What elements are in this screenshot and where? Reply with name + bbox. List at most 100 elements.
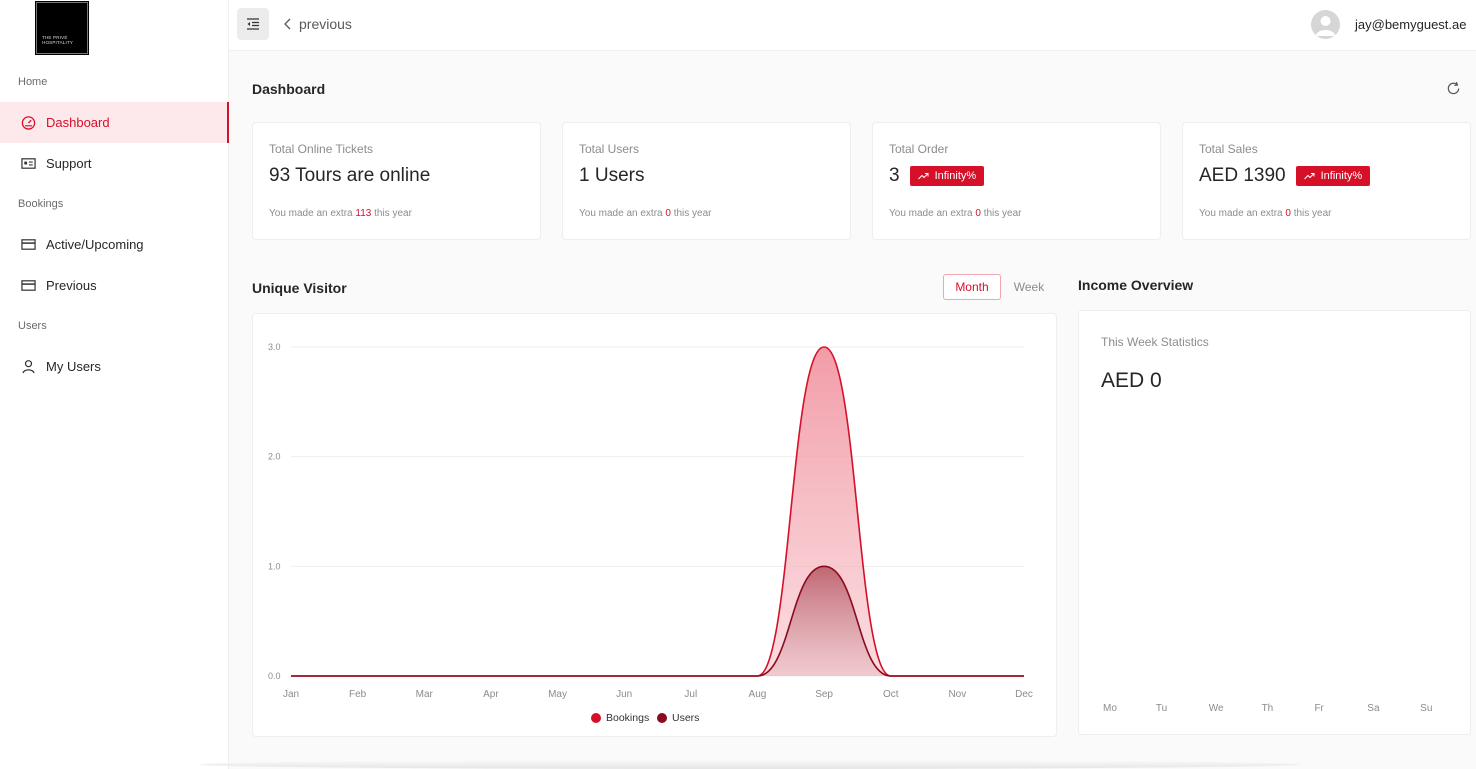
refresh-icon[interactable] <box>1446 81 1462 97</box>
stat-note-suffix: this year <box>1293 208 1332 219</box>
sidebar-item-active-upcoming[interactable]: Active/Upcoming <box>0 224 229 265</box>
stat-note-suffix: this year <box>983 208 1022 219</box>
sidebar: THE PRIVÉ HOSPITALITY Home Dashboard Supp… <box>0 0 229 769</box>
series-line-bookings <box>290 346 1024 677</box>
stat-value: AED 1390 Infinity% <box>1199 165 1371 187</box>
weekday-axis: Mo Tu We Th Fr Sa Su <box>1103 703 1473 714</box>
y-tick-label: 3.0 <box>268 342 281 352</box>
stat-card-total-sales: Total Sales AED 1390 Infinity% You made … <box>1182 122 1471 240</box>
unique-visitor-chart-card: 0.0 1.0 2.0 3.0 Jan Feb Mar Apr May Jun Jul Aug Sep O… <box>252 313 1057 737</box>
stat-label: Total Order <box>889 142 949 156</box>
x-tick-label: Sep <box>815 689 833 700</box>
back-link-label: previous <box>299 16 352 32</box>
stat-note-prefix: You made an extra <box>579 208 663 219</box>
x-tick-label: Jul <box>684 689 697 700</box>
legend-marker <box>591 713 601 723</box>
weekday-label: Tu <box>1155 703 1168 714</box>
series-area-users <box>291 566 1024 676</box>
stat-note-value: 0 <box>665 208 671 219</box>
nav-group-users: Users <box>18 320 47 332</box>
x-tick-label: Jun <box>616 689 632 700</box>
legend-marker <box>657 713 667 723</box>
stat-note-suffix: this year <box>374 208 412 219</box>
nav-group-home: Home <box>18 76 48 88</box>
stat-value-text: 1 Users <box>579 165 645 186</box>
stat-label: Total Users <box>579 142 640 156</box>
x-tick-label: Aug <box>749 689 767 700</box>
stat-card-total-users: Total Users 1 Users You made an extra 0 … <box>562 122 851 240</box>
x-tick-label: Nov <box>948 689 966 700</box>
stat-note: You made an extra 0 this year <box>579 208 712 219</box>
stat-note-suffix: this year <box>673 208 712 219</box>
x-tick-label: Mar <box>416 689 434 700</box>
trend-up-icon <box>917 173 929 180</box>
income-value: AED 0 <box>1101 369 1162 392</box>
weekday-label: Mo <box>1103 703 1117 714</box>
sidebar-item-label: Dashboard <box>46 115 110 130</box>
trend-up-icon <box>1303 173 1315 180</box>
toggle-week-button[interactable]: Week <box>1004 274 1054 300</box>
x-tick-label: Apr <box>483 689 499 700</box>
weekday-label: We <box>1208 703 1224 714</box>
sidebar-item-label: Active/Upcoming <box>46 237 144 252</box>
page-bottom-shadow <box>200 760 1300 769</box>
menu-fold-icon <box>247 18 259 30</box>
stat-note: You made an extra 0 this year <box>889 208 1022 219</box>
x-tick-label: Feb <box>349 689 367 700</box>
series-line-users <box>290 565 1024 677</box>
user-icon <box>20 359 36 375</box>
series-area-bookings <box>291 347 1024 676</box>
growth-badge-text: Infinity% <box>1320 170 1363 182</box>
menu-fold-button[interactable] <box>237 8 269 40</box>
weekday-label: Sa <box>1367 703 1380 714</box>
page-title: Dashboard <box>252 81 326 97</box>
y-tick-label: 1.0 <box>268 561 281 571</box>
user-email[interactable]: jay@bemyguest.ae <box>1355 17 1466 32</box>
id-card-icon <box>20 156 36 172</box>
stat-value-text: AED 1390 <box>1199 165 1286 186</box>
growth-badge: Infinity% <box>1295 166 1371 186</box>
y-tick-label: 2.0 <box>268 452 281 462</box>
stat-note: You made an extra 0 this year <box>1199 208 1332 219</box>
back-link[interactable]: previous <box>283 16 352 32</box>
stat-card-total-order: Total Order 3 Infinity% You made an extr… <box>872 122 1161 240</box>
stat-note-value: 0 <box>975 208 981 219</box>
stat-value-text: 93 Tours are online <box>269 165 431 186</box>
legend-label[interactable]: Bookings <box>606 712 649 724</box>
income-overview-card: This Week Statistics AED 0 Mo Tu We Th F… <box>1078 310 1471 735</box>
credit-card-icon <box>20 237 36 253</box>
stat-value: 1 Users <box>579 165 644 187</box>
avatar-icon <box>1315 16 1336 36</box>
user-avatar[interactable] <box>1311 10 1340 39</box>
stat-note-prefix: You made an extra <box>269 208 353 219</box>
stat-value: 3 Infinity% <box>889 165 985 187</box>
weekday-label: Fr <box>1314 703 1324 714</box>
stat-note: You made an extra 113 this year <box>269 208 412 219</box>
weekday-label: Su <box>1420 703 1433 714</box>
stat-note-prefix: You made an extra <box>1199 208 1283 219</box>
unique-visitor-title: Unique Visitor <box>252 280 347 296</box>
income-subtitle: This Week Statistics <box>1101 335 1209 349</box>
sidebar-item-support[interactable]: Support <box>0 143 229 184</box>
growth-badge-text: Infinity% <box>934 170 977 182</box>
toggle-month-button[interactable]: Month <box>943 274 1001 300</box>
top-header: previous jay@bemyguest.ae <box>229 0 1476 51</box>
dashboard-gauge-icon <box>20 115 36 131</box>
brand-logo[interactable]: THE PRIVÉ HOSPITALITY <box>35 1 89 55</box>
stat-label: Total Online Tickets <box>269 142 374 156</box>
x-tick-label: Jan <box>283 689 299 700</box>
x-tick-label: May <box>548 689 567 700</box>
stat-card-online-tickets: Total Online Tickets 93 Tours are online… <box>252 122 541 240</box>
chevron-left-icon <box>284 18 291 30</box>
legend-label[interactable]: Users <box>672 712 699 724</box>
sidebar-item-dashboard[interactable]: Dashboard <box>0 102 229 143</box>
stat-note-value: 113 <box>355 208 372 219</box>
y-tick-label: 0.0 <box>268 671 281 681</box>
sidebar-item-my-users[interactable]: My Users <box>0 346 229 387</box>
stat-value: 93 Tours are online <box>269 165 430 187</box>
stat-note-value: 0 <box>1285 208 1291 219</box>
growth-badge: Infinity% <box>909 166 985 186</box>
weekday-label: Th <box>1261 703 1274 714</box>
sidebar-item-previous[interactable]: Previous <box>0 265 229 306</box>
unique-visitor-chart: 0.0 1.0 2.0 3.0 Jan Feb Mar Apr May Jun Jul Aug Sep O… <box>268 342 1033 724</box>
